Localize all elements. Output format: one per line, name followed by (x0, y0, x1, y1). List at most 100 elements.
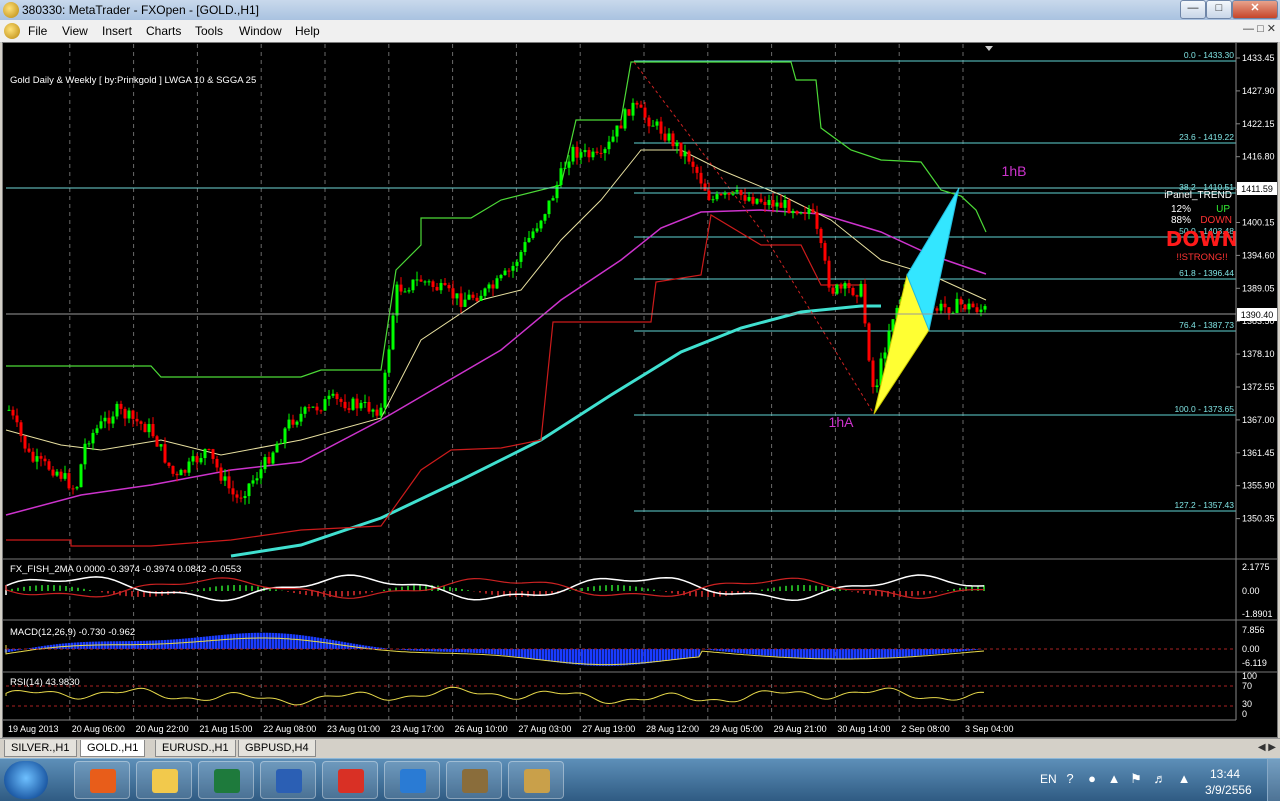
candle-body (643, 107, 647, 118)
candle-body (655, 121, 659, 126)
metatrader-app-icon[interactable] (3, 2, 19, 18)
candle-body (863, 283, 867, 324)
candle-body (579, 152, 583, 158)
taskbar-app-button[interactable] (508, 761, 564, 799)
price-axis-label: 1367.00 (1242, 415, 1275, 425)
taskbar-app-button[interactable] (198, 761, 254, 799)
candle-body (955, 298, 959, 313)
price-axis-label: 1378.10 (1242, 349, 1275, 359)
candle-body (151, 424, 155, 437)
close-button[interactable]: ✕ (1232, 0, 1278, 19)
candle-body (111, 416, 115, 424)
candle-body (315, 406, 319, 411)
candle-body (515, 261, 519, 266)
time-axis-label: 29 Aug 05:00 (710, 724, 763, 734)
language-indicator[interactable]: EN (1040, 772, 1057, 786)
taskbar-app-button[interactable] (74, 761, 130, 799)
candle-body (403, 291, 407, 293)
candle-body (71, 488, 75, 490)
menu-view[interactable]: View (62, 24, 88, 38)
taskbar-app-button[interactable] (260, 761, 316, 799)
tab-silver-h1[interactable]: SILVER.,H1 (4, 740, 77, 757)
fish-scale-label: -1.8901 (1242, 609, 1273, 619)
mdi-window-controls[interactable]: — □ ✕ (1243, 22, 1276, 35)
start-button[interactable] (4, 761, 48, 799)
candle-body (271, 452, 275, 464)
taskbar-app-button[interactable] (136, 761, 192, 799)
candle-body (607, 141, 611, 150)
time-axis-label: 23 Aug 17:00 (391, 724, 444, 734)
candle-body (527, 237, 531, 243)
candle-body (7, 409, 11, 411)
taskbar-app-button[interactable] (384, 761, 440, 799)
taskbar-app-button[interactable] (322, 761, 378, 799)
menu-charts[interactable]: Charts (146, 24, 181, 38)
candle-body (363, 402, 367, 404)
candle-body (539, 220, 543, 229)
show-hidden-icons-icon[interactable]: ▲ (1106, 771, 1122, 787)
candle-body (743, 195, 747, 201)
candle-body (91, 432, 95, 444)
candle-body (683, 151, 687, 157)
network-icon[interactable]: ▲ (1176, 771, 1192, 787)
rsi-scale-label: 100 (1242, 671, 1257, 681)
candle-body (175, 473, 179, 476)
clock-date[interactable]: 3/9/2556 (1205, 783, 1252, 797)
candle-body (383, 372, 387, 408)
candle-body (975, 307, 979, 312)
word-icon (276, 769, 302, 793)
tray-app-icon[interactable]: ● (1084, 771, 1100, 787)
candle-body (163, 444, 167, 463)
show-desktop-button[interactable] (1267, 759, 1280, 801)
menu-file[interactable]: File (28, 24, 47, 38)
candle-body (487, 284, 491, 289)
fib-level-label: 61.8 - 1396.44 (1179, 268, 1234, 278)
menu-tools[interactable]: Tools (195, 24, 223, 38)
chart-tabs: SILVER.,H1 GOLD.,H1 EURUSD.,H1 GBPUSD,H4… (0, 738, 1280, 759)
candle-body (691, 161, 695, 167)
clock-time[interactable]: 13:44 (1210, 767, 1240, 781)
menu-window[interactable]: Window (239, 24, 282, 38)
rsi-scale-label: 30 (1242, 699, 1252, 709)
candle-body (739, 189, 743, 196)
candle-body (283, 428, 287, 444)
candle-body (379, 407, 383, 416)
candle-body (463, 299, 467, 307)
tab-scroll-arrows[interactable]: ◀ ▶ (1258, 742, 1276, 753)
metatrader-icon (462, 769, 488, 793)
price-chart[interactable]: 0.0 - 1433.3023.6 - 1419.2238.2 - 1410.5… (3, 43, 1277, 737)
time-axis-label: 3 Sep 04:00 (965, 724, 1014, 734)
candle-body (427, 281, 431, 283)
tab-gbpusd-h4[interactable]: GBPUSD,H4 (238, 740, 316, 757)
candle-body (19, 422, 23, 437)
candle-body (779, 202, 783, 208)
minimize-button[interactable]: — (1180, 0, 1206, 19)
candle-body (287, 419, 291, 429)
candle-body (787, 200, 791, 214)
time-axis-label: 30 Aug 14:00 (837, 724, 890, 734)
candle-body (595, 151, 599, 153)
fish-scale-label: 2.1775 (1242, 562, 1270, 572)
taskbar-app-button[interactable] (446, 761, 502, 799)
menu-help[interactable]: Help (295, 24, 320, 38)
candle-body (791, 211, 795, 214)
help-icon[interactable]: ? (1062, 771, 1078, 787)
candle-body (775, 202, 779, 207)
tab-gold-h1[interactable]: GOLD.,H1 (80, 740, 146, 757)
tab-eurusd-h1[interactable]: EURUSD.,H1 (155, 740, 236, 757)
candle-body (963, 304, 967, 310)
chart-window[interactable]: 0.0 - 1433.30 23.6 - 1419.22 38.2 - 1410.5… (2, 42, 1278, 738)
candle-body (847, 283, 851, 288)
macd-scale-label: -6.119 (1242, 658, 1267, 668)
menu-insert[interactable]: Insert (102, 24, 132, 38)
candle-body (211, 449, 215, 459)
candle-body (835, 284, 839, 294)
paint-icon (524, 769, 550, 793)
maximize-button[interactable]: □ (1206, 0, 1232, 19)
candle-body (131, 410, 135, 419)
candle-body (355, 398, 359, 409)
volume-icon[interactable]: ♬ (1152, 771, 1168, 787)
chart-window-icon[interactable] (4, 23, 20, 39)
candle-body (603, 149, 607, 154)
action-center-flag-icon[interactable]: ⚑ (1128, 771, 1144, 787)
